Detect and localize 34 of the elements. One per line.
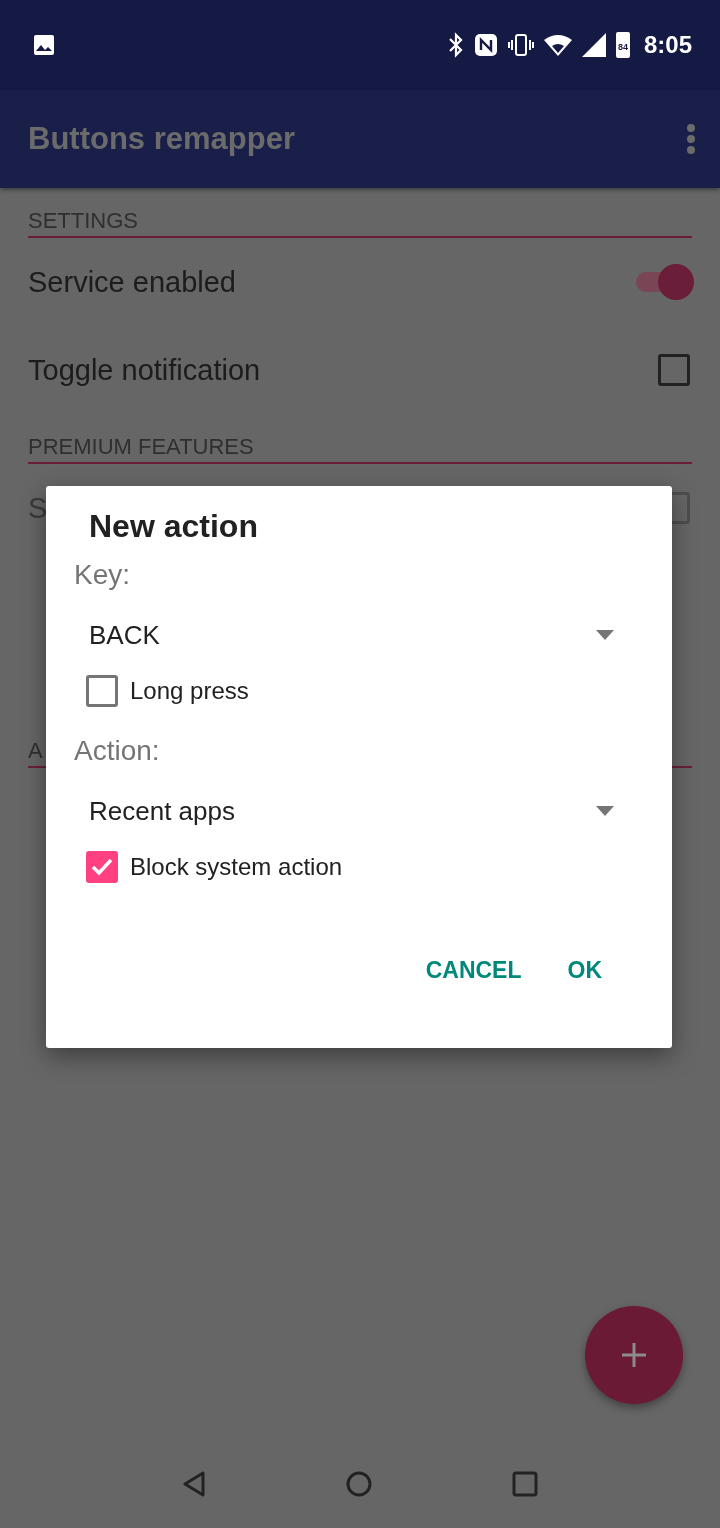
- setting-label: Service enabled: [28, 265, 237, 299]
- plus-icon: [620, 1341, 648, 1369]
- checkbox[interactable]: [86, 675, 118, 707]
- vibrate-icon: [507, 33, 534, 57]
- checkbox[interactable]: [86, 851, 118, 883]
- caret-icon: [596, 806, 614, 816]
- recents-icon[interactable]: [512, 1471, 538, 1497]
- nfc-icon: [473, 33, 498, 57]
- section-header: PREMIUM FEATURES: [28, 434, 254, 460]
- field-label: Action:: [74, 735, 161, 767]
- caret-icon: [596, 630, 614, 640]
- dialog-title: New action: [89, 508, 259, 545]
- image-icon: [32, 33, 56, 57]
- dropdown[interactable]: Recent apps: [89, 789, 614, 833]
- dialog-button[interactable]: OK: [549, 949, 620, 992]
- battery-icon: 84: [615, 32, 630, 58]
- add-button[interactable]: [585, 1306, 683, 1404]
- dropdown[interactable]: BACK: [89, 613, 614, 657]
- checkbox[interactable]: [658, 354, 690, 386]
- dialog-button[interactable]: CANCEL: [407, 949, 540, 992]
- field-label: Key:: [74, 559, 132, 591]
- checkbox-label: Block system action: [130, 853, 343, 881]
- clock: 8:05: [643, 31, 692, 59]
- setting-label: Toggle notification: [28, 353, 262, 387]
- section-header: SETTINGS: [28, 208, 138, 234]
- back-icon[interactable]: [182, 1471, 206, 1497]
- checkbox-label: Long press: [130, 677, 249, 705]
- bluetooth-icon: [447, 32, 464, 58]
- overflow-menu-icon[interactable]: [686, 123, 696, 155]
- home-icon[interactable]: [346, 1471, 372, 1497]
- signal-icon: [581, 33, 606, 57]
- app-title: Buttons remapper: [28, 121, 296, 157]
- wifi-icon: [543, 34, 572, 56]
- toggle-switch[interactable]: [636, 262, 692, 302]
